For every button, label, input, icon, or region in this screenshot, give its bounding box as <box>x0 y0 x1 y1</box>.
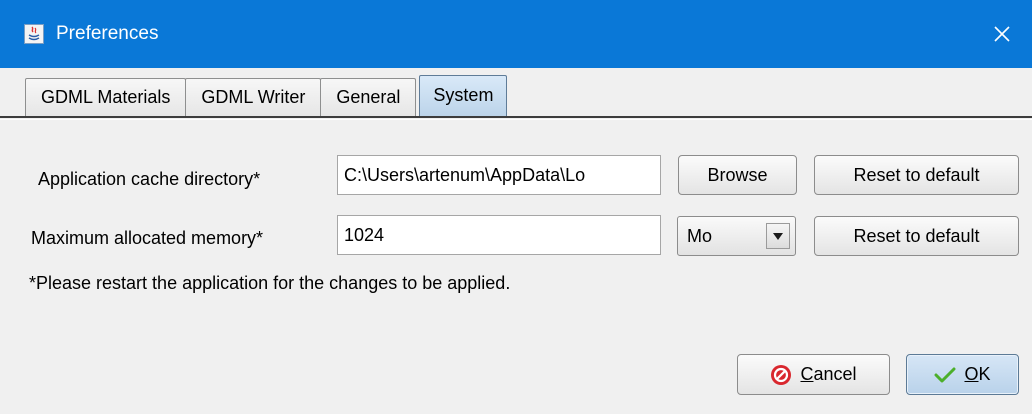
close-icon <box>994 26 1010 42</box>
ok-button[interactable]: OK <box>906 354 1019 395</box>
memory-unit-value: Mo <box>687 226 713 246</box>
tab-bar: GDML Materials GDML Writer General Syste… <box>25 75 508 117</box>
tab-divider-highlight <box>0 119 1032 120</box>
tab-system[interactable]: System <box>419 75 508 116</box>
tab-gdml-writer[interactable]: GDML Writer <box>185 78 322 116</box>
cache-directory-input[interactable]: C:\Users\artenum\AppData\Lo <box>337 155 661 195</box>
tab-divider <box>0 116 1032 118</box>
java-icon <box>24 24 44 44</box>
browse-button[interactable]: Browse <box>678 155 797 195</box>
memory-label: Maximum allocated memory* <box>31 228 264 248</box>
cache-directory-label: Application cache directory* <box>38 169 261 189</box>
ok-label: OK <box>964 364 991 384</box>
checkmark-icon <box>934 366 956 384</box>
memory-input[interactable]: 1024 <box>337 215 661 255</box>
window-title: Preferences <box>56 23 159 44</box>
tab-gdml-materials[interactable]: GDML Materials <box>25 78 187 116</box>
preferences-dialog: Preferences GDML Materials GDML Writer G… <box>0 0 1032 414</box>
cancel-label: Cancel <box>800 364 857 384</box>
restart-note: *Please restart the application for the … <box>29 273 511 293</box>
title-bar[interactable]: Preferences <box>0 0 1032 68</box>
close-button[interactable] <box>972 0 1032 68</box>
reset-memory-button[interactable]: Reset to default <box>814 216 1019 256</box>
cancel-button[interactable]: Cancel <box>737 354 890 395</box>
tab-general[interactable]: General <box>320 78 417 116</box>
memory-unit-select[interactable]: Mo <box>677 216 796 256</box>
dropdown-arrow-icon[interactable] <box>766 223 790 249</box>
cancel-icon <box>770 364 792 386</box>
reset-cache-directory-button[interactable]: Reset to default <box>814 155 1019 195</box>
